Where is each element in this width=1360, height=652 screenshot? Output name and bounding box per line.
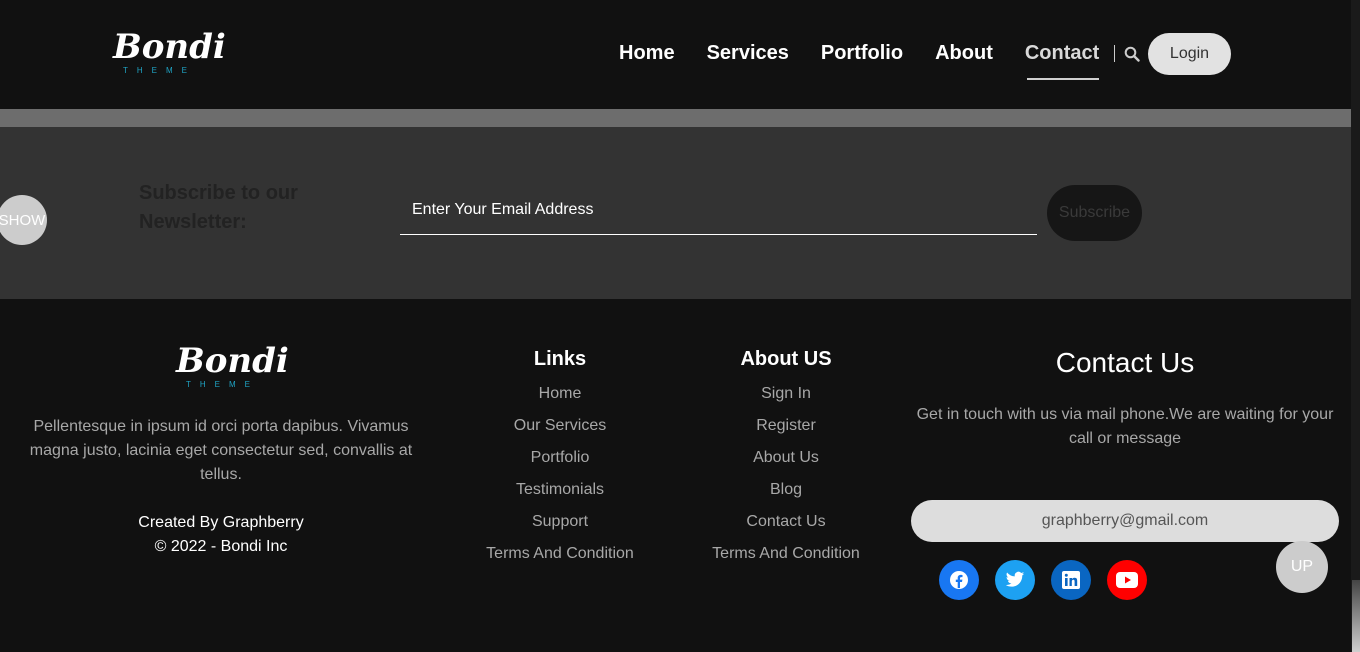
login-button[interactable]: Login <box>1148 33 1231 75</box>
footer-link-portfolio[interactable]: Portfolio <box>440 442 680 474</box>
contact-description: Get in touch with us via mail phone.We a… <box>916 406 1334 447</box>
footer-link-register[interactable]: Register <box>666 410 906 442</box>
footer-link-terms-2[interactable]: Terms And Condition <box>666 538 906 570</box>
links-title: Links <box>533 348 587 370</box>
site-header: Bondi THEME Home Services Portfolio Abou… <box>0 0 1351 109</box>
contact-title: Contact Us <box>1055 347 1195 378</box>
footer-brand-name: Bondi <box>176 341 289 381</box>
nav-portfolio[interactable]: Portfolio <box>821 42 903 65</box>
site-footer: Bondi THEME Pellentesque in ipsum id orc… <box>0 299 1351 652</box>
brand-name: Bondi <box>113 27 226 67</box>
footer-link-sign-in[interactable]: Sign In <box>666 378 906 410</box>
nav-contact[interactable]: Contact <box>1025 42 1100 80</box>
linkedin-icon[interactable] <box>1051 560 1091 600</box>
footer-links-column: Links Home Our Services Portfolio Testim… <box>440 347 680 570</box>
footer-credits: Created By Graphberry © 2022 - Bondi Inc <box>20 511 422 559</box>
youtube-icon[interactable] <box>1107 560 1147 600</box>
footer-link-services[interactable]: Our Services <box>440 410 680 442</box>
footer-link-home[interactable]: Home <box>440 378 680 410</box>
search-icon[interactable] <box>1124 46 1140 62</box>
brand-logo[interactable]: Bondi THEME <box>113 27 226 80</box>
newsletter-section: SHOW Subscribe to our Newsletter: Subscr… <box>0 127 1351 299</box>
scrollbar-track[interactable] <box>1351 0 1360 652</box>
twitter-icon[interactable] <box>995 560 1035 600</box>
created-by: Created By Graphberry <box>138 514 304 531</box>
about-title: About US <box>740 348 832 370</box>
newsletter-email-input[interactable] <box>400 185 1037 235</box>
copyright: © 2022 - Bondi Inc <box>154 538 288 555</box>
main-nav: Home Services Portfolio About Contact <box>619 42 1131 80</box>
scrollbar-thumb[interactable] <box>1352 580 1360 652</box>
footer-link-about-us[interactable]: About Us <box>666 442 906 474</box>
page: Bondi THEME Home Services Portfolio Abou… <box>0 0 1360 652</box>
footer-link-support[interactable]: Support <box>440 506 680 538</box>
footer-description: Pellentesque in ipsum id orci porta dapi… <box>29 418 413 483</box>
facebook-icon[interactable] <box>939 560 979 600</box>
nav-home[interactable]: Home <box>619 42 675 65</box>
footer-logo[interactable]: Bondi THEME <box>176 341 289 394</box>
nav-about[interactable]: About <box>935 42 993 65</box>
newsletter-title: Subscribe to our Newsletter: <box>139 182 298 233</box>
footer-link-testimonials[interactable]: Testimonials <box>440 474 680 506</box>
footer-link-terms[interactable]: Terms And Condition <box>440 538 680 570</box>
divider-band <box>0 109 1351 127</box>
footer-link-contact-us[interactable]: Contact Us <box>666 506 906 538</box>
footer-brand-tagline: THEME <box>186 380 259 389</box>
brand-tagline: THEME <box>123 66 196 75</box>
show-button[interactable]: SHOW <box>0 195 47 245</box>
footer-about-column: About US Sign In Register About Us Blog … <box>666 347 906 570</box>
nav-divider <box>1114 45 1115 62</box>
nav-services[interactable]: Services <box>707 42 789 65</box>
scroll-up-button[interactable]: UP <box>1276 541 1328 593</box>
footer-link-blog[interactable]: Blog <box>666 474 906 506</box>
subscribe-button[interactable]: Subscribe <box>1047 185 1142 241</box>
contact-email[interactable]: graphberry@gmail.com <box>911 500 1339 542</box>
social-links <box>939 560 1163 600</box>
